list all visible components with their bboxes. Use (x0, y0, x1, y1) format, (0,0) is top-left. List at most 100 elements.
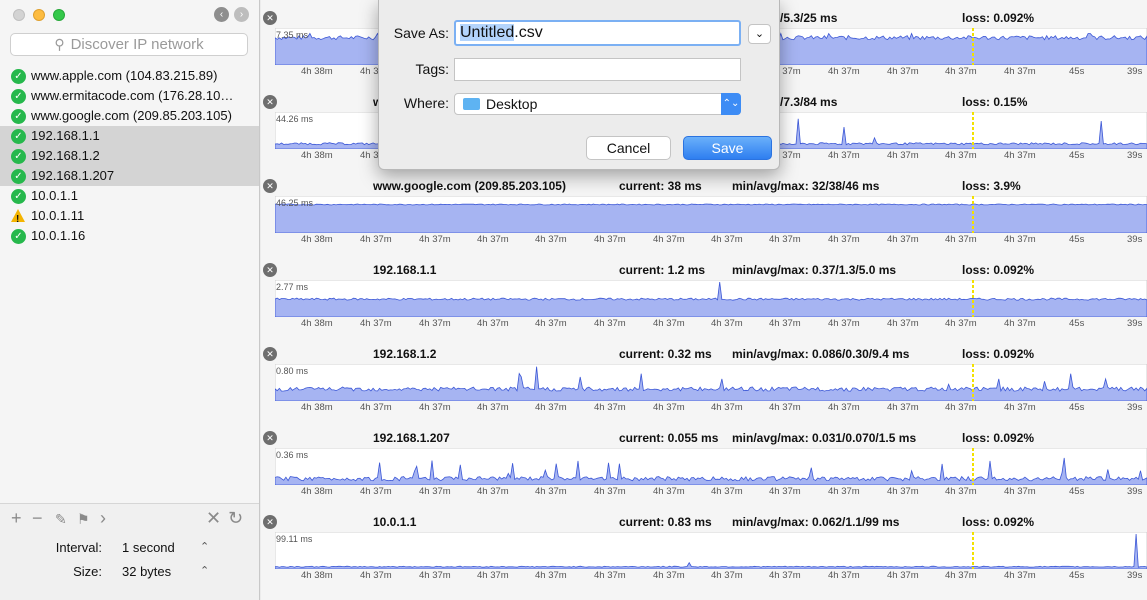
graph-current: current: 38 ms (619, 179, 702, 193)
time-axis: 4h 38m 4h 37m 4h 37m 4h 37m 4h 37m 4h 37m 4h 3… (261, 318, 1147, 330)
time-tick-label: 4h 37m (769, 486, 801, 497)
graph-loss: loss: 0.092% (962, 263, 1035, 277)
time-tick-label: 4h 37m (887, 402, 919, 413)
size-label: Size: (73, 564, 102, 579)
window-close-button[interactable] (13, 9, 25, 21)
close-graph-icon[interactable]: ✕ (263, 515, 277, 529)
interval-value[interactable]: 1 second (122, 540, 175, 555)
add-icon[interactable]: + (11, 508, 22, 529)
time-tick-label: 4h 37m (419, 234, 451, 245)
time-tick-label: 4h 37m (769, 318, 801, 329)
filename-field[interactable]: Untitled.csv (454, 20, 741, 46)
cancel-button[interactable]: Cancel (586, 136, 671, 160)
graph-loss: loss: 0.15% (962, 95, 1028, 109)
where-select[interactable]: Desktop ⌃⌄ (454, 93, 741, 115)
tags-field[interactable] (454, 58, 741, 81)
window-minimize-button[interactable] (33, 9, 45, 21)
expand-dialog-button[interactable]: ⌄ (748, 24, 771, 44)
where-value: Desktop (486, 96, 538, 112)
check-circle-icon: ✓ (11, 188, 26, 204)
filename-extension: .csv (514, 24, 543, 41)
search-icon: ⚲ (54, 36, 65, 52)
graph-loss: loss: 0.092% (962, 515, 1035, 529)
graph-ymax-label: 44.26 ms (276, 114, 314, 124)
time-tick-label: 4h 37m (594, 318, 626, 329)
time-tick-label: 4h 37m (360, 402, 392, 413)
clear-icon[interactable]: ✕ (206, 508, 221, 529)
where-label: Where: (403, 95, 449, 111)
time-tick-label: 4h 37m (887, 150, 919, 161)
time-tick-label: 4h 37m (828, 402, 860, 413)
ping-graph: ✕ www.google.com (209.85.203.105) current:… (261, 172, 1147, 256)
host-list-item[interactable]: ✓ www.apple.com (104.83.215.89) (0, 66, 259, 86)
host-list-item[interactable]: ✓ www.ermitacode.com (176.28.10… (0, 86, 259, 106)
host-list-item[interactable]: ✓ www.google.com (209.85.203.105) (0, 106, 259, 126)
host-list-item[interactable]: 10.0.1.11 (0, 206, 259, 226)
time-tick-label: 4h 37m (477, 318, 509, 329)
time-tick-label: 4h 37m (945, 234, 977, 245)
host-list-item[interactable]: ✓ 10.0.1.1 (0, 186, 259, 206)
interval-stepper[interactable]: ⌃ (200, 540, 209, 553)
ping-graph: ✕ 192.168.1.2 current: 0.32 ms min/avg/max:… (261, 340, 1147, 424)
interval-label: Interval: (55, 540, 102, 555)
window-zoom-button[interactable] (53, 9, 65, 21)
back-icon[interactable]: ‹ (214, 7, 229, 22)
time-tick-label: 39s (1127, 150, 1143, 161)
refresh-icon[interactable]: ↻ (228, 508, 243, 529)
latency-plot (275, 196, 1147, 233)
size-value[interactable]: 32 bytes (122, 564, 171, 579)
time-tick-label: 4h 37m (360, 486, 392, 497)
time-tick-label: 4h 37m (945, 66, 977, 77)
graph-minavgmax: min/avg/max: 32/38/46 ms (732, 179, 880, 193)
host-list-item[interactable]: ✓ 192.168.1.1 (0, 126, 259, 146)
time-tick-label: 39s (1127, 66, 1143, 77)
close-graph-icon[interactable]: ✕ (263, 95, 277, 109)
time-tick-label: 4h 37m (477, 234, 509, 245)
time-tick-label: 45s (1069, 570, 1085, 581)
app-window: ‹ › ⚲ Discover IP network ✓ www.apple.com … (0, 0, 1147, 600)
graph-loss: loss: 0.092% (962, 431, 1035, 445)
graph-host: 10.0.1.1 (373, 515, 417, 529)
size-stepper[interactable]: ⌃ (200, 564, 209, 577)
time-tick-label: 45s (1069, 150, 1085, 161)
time-tick-label: 45s (1069, 318, 1085, 329)
time-tick-label: 4h 37m (945, 486, 977, 497)
latency-plot (275, 448, 1147, 485)
time-tick-label: 4h 37m (828, 234, 860, 245)
search-input[interactable]: ⚲ Discover IP network (10, 33, 248, 56)
trace-icon[interactable]: ⚑ (77, 511, 90, 528)
forward-icon[interactable]: › (234, 7, 249, 22)
time-tick-label: 4h 37m (887, 486, 919, 497)
edit-icon[interactable]: ✎ (55, 511, 67, 528)
host-list-item[interactable]: ✓ 192.168.1.2 (0, 146, 259, 166)
host-label: 10.0.1.1 (31, 188, 78, 203)
time-tick-label: 4h 37m (887, 570, 919, 581)
close-graph-icon[interactable]: ✕ (263, 179, 277, 193)
check-circle-icon: ✓ (11, 88, 26, 104)
graph-minavgmax: min/avg/max: 0.37/1.3/5.0 ms (732, 263, 897, 277)
close-graph-icon[interactable]: ✕ (263, 11, 277, 25)
chevron-right-icon[interactable]: › (100, 508, 106, 529)
graph-ymax-label: 7.35 ms (276, 30, 309, 40)
time-tick-label: 45s (1069, 486, 1085, 497)
host-list-item[interactable]: ✓ 192.168.1.207 (0, 166, 259, 186)
ping-graph: ✕ 10.0.1.1 current: 0.83 ms min/avg/max: 0.… (261, 508, 1147, 592)
host-label: 10.0.1.11 (31, 208, 85, 223)
close-graph-icon[interactable]: ✕ (263, 431, 277, 445)
host-list-item[interactable]: ✓ 10.0.1.16 (0, 226, 259, 246)
time-tick-label: 39s (1127, 402, 1143, 413)
time-tick-label: 4h 37m (535, 402, 567, 413)
time-tick-label: 4h 37m (711, 570, 743, 581)
save-button[interactable]: Save (683, 136, 772, 160)
check-circle-icon: ✓ (11, 168, 26, 184)
time-tick-label: 39s (1127, 486, 1143, 497)
time-tick-label: 45s (1069, 66, 1085, 77)
remove-icon[interactable]: − (32, 508, 43, 529)
check-circle-icon: ✓ (11, 228, 26, 244)
host-label: 192.168.1.207 (31, 168, 115, 183)
close-graph-icon[interactable]: ✕ (263, 347, 277, 361)
close-graph-icon[interactable]: ✕ (263, 263, 277, 277)
time-tick-label: 4h 38m (301, 66, 333, 77)
time-tick-label: 4h 37m (360, 234, 392, 245)
latency-plot (275, 364, 1147, 401)
